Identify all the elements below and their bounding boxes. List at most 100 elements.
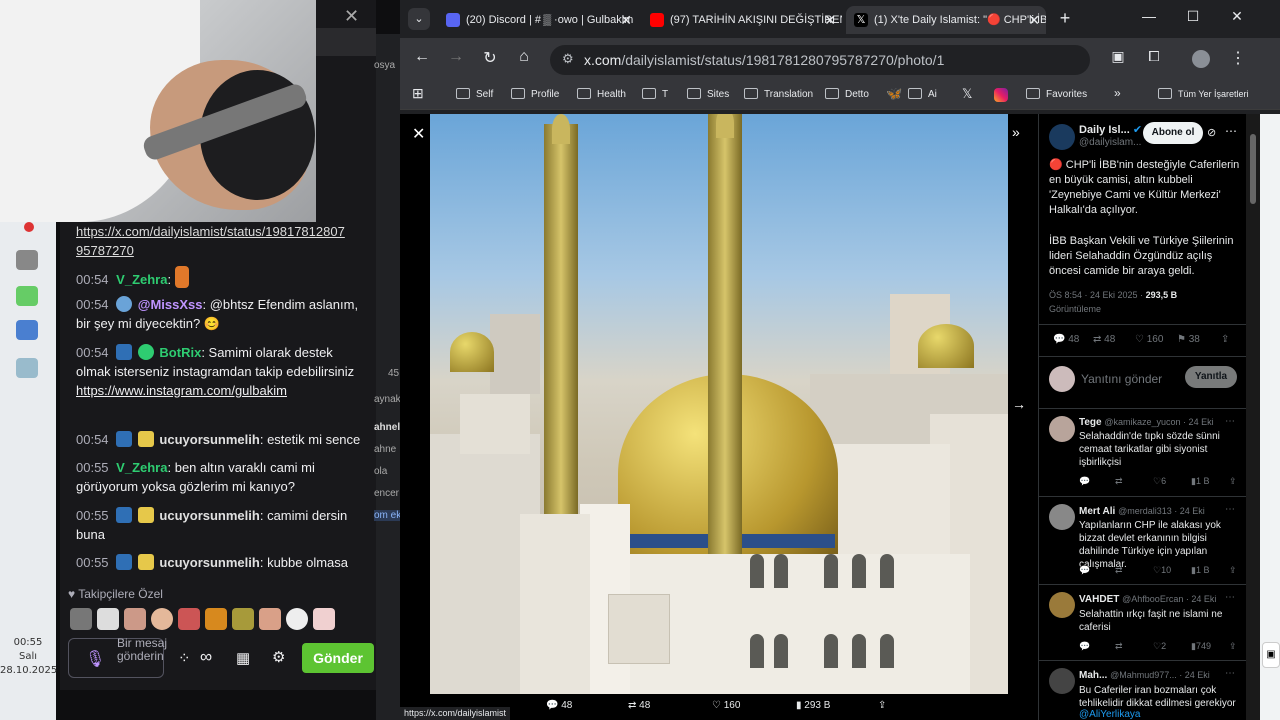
share-icon[interactable]: ⇪	[1221, 334, 1229, 345]
username[interactable]: ucuyorsunmelih	[159, 508, 259, 523]
chat-link[interactable]: https://www.instagram.com/gulbakim	[76, 381, 366, 400]
author-handle[interactable]: @dailyislam...	[1079, 137, 1141, 148]
emote-icon[interactable]	[205, 608, 227, 630]
site-info-icon[interactable]: ⚙	[562, 51, 574, 67]
app-icon[interactable]	[16, 250, 38, 270]
like-button[interactable]: ♡ 2	[1153, 641, 1166, 652]
reply-avatar[interactable]	[1049, 416, 1075, 442]
repost-icon[interactable]: ⇄	[1115, 476, 1123, 487]
record-icon[interactable]	[24, 222, 34, 232]
bookmark-folder[interactable]: Sites	[687, 88, 729, 100]
emote-icon[interactable]	[232, 608, 254, 630]
gear-icon[interactable]: ⚙	[272, 648, 285, 666]
emote-icon[interactable]	[70, 608, 92, 630]
bookmark-folder[interactable]: Health	[577, 88, 626, 100]
emote-icon[interactable]	[286, 608, 308, 630]
home-icon[interactable]: ⌂	[512, 48, 536, 66]
address-bar[interactable]: ⚙ x.com/dailyislamist/status/19817812807…	[550, 45, 1090, 75]
bookmark-folder[interactable]: Favorites	[1026, 88, 1087, 100]
puzzle-icon[interactable]: ⧠	[1142, 48, 1166, 65]
like-button[interactable]: ♡ 6	[1153, 476, 1166, 487]
tab-x-post[interactable]: 𝕏 (1) X'te Daily Islamist: "🔴 CHP'li İBB…	[846, 6, 1046, 34]
chat-input[interactable]: 🎙 Bir mesaj gönderin	[68, 637, 167, 678]
back-icon[interactable]: ←	[410, 48, 434, 66]
views-count[interactable]: ▮ 1 B	[1191, 565, 1209, 576]
instagram-icon[interactable]	[994, 88, 1008, 102]
username[interactable]: V_Zehra	[116, 460, 167, 475]
reply-button[interactable]: 💬 48	[546, 700, 572, 711]
microphone-icon[interactable]: 🎙	[85, 649, 105, 669]
share-icon[interactable]: ⇪	[1229, 476, 1237, 487]
next-photo-icon[interactable]: →	[1012, 396, 1026, 412]
tab-discord[interactable]: (20) Discord | # ▒ ·owo | Gulbakim ✕	[438, 6, 638, 34]
more-icon[interactable]: ⋯	[1225, 416, 1235, 427]
emote-icon[interactable]	[178, 608, 200, 630]
more-icon[interactable]: ⋯	[1225, 124, 1237, 138]
app-icon[interactable]	[16, 286, 38, 306]
reply-icon[interactable]: 💬	[1079, 565, 1090, 576]
emote-icon[interactable]	[313, 608, 335, 630]
bookmark-folder[interactable]: T	[642, 88, 668, 100]
like-count[interactable]: ♡ 160	[1135, 334, 1163, 345]
bookmark-folder[interactable]: Translation	[744, 88, 813, 100]
mention-link[interactable]: @AliYerlikaya	[1079, 709, 1140, 720]
emote-icon[interactable]	[124, 608, 146, 630]
reply-button[interactable]: Yanıtla	[1185, 366, 1237, 388]
repost-button[interactable]: ⇄ 48	[628, 700, 650, 711]
close-icon[interactable]: ✕	[1028, 6, 1040, 34]
reply-avatar[interactable]	[1049, 668, 1075, 694]
views-count[interactable]: ▮ 749	[1191, 641, 1211, 652]
username[interactable]: V_Zehra	[116, 272, 167, 287]
close-icon[interactable]: ✕	[412, 124, 425, 144]
bookmark-folder[interactable]: Detto	[825, 88, 869, 100]
share-icon[interactable]: ⇪	[1229, 565, 1237, 576]
new-tab-icon[interactable]: +	[1050, 8, 1080, 29]
emote-icon[interactable]	[259, 608, 281, 630]
close-icon[interactable]: ✕	[620, 6, 632, 34]
share-icon[interactable]: ⇪	[878, 700, 886, 711]
more-icon[interactable]: ⋯	[1225, 668, 1235, 679]
bookmark-folder[interactable]: Ai	[908, 88, 937, 100]
reply-icon[interactable]: 💬	[1079, 641, 1090, 652]
reply-avatar[interactable]	[1049, 504, 1075, 530]
subscribe-button[interactable]: Abone ol	[1143, 122, 1203, 144]
menu-icon[interactable]: ⋮	[1226, 48, 1250, 68]
side-panel-icon[interactable]: ▣	[1262, 642, 1280, 668]
reply-input[interactable]: Yanıtını gönder	[1081, 372, 1162, 386]
emote-icon[interactable]	[151, 608, 173, 630]
taskbar-clock[interactable]: 00:55 Salı 28.10.2025	[0, 636, 57, 678]
repost-count[interactable]: ⇄ 48	[1093, 334, 1115, 345]
more-icon[interactable]: ⋯	[1225, 592, 1235, 603]
username[interactable]: @MissXss	[138, 297, 203, 312]
close-icon[interactable]: ✕	[344, 6, 359, 27]
scrollbar-thumb[interactable]	[1250, 134, 1256, 204]
reply-avatar[interactable]	[1049, 592, 1075, 618]
app-icon[interactable]	[16, 320, 38, 340]
bits-icon[interactable]: ⁘	[178, 649, 191, 667]
send-button[interactable]: Gönder	[302, 643, 374, 673]
tab-youtube[interactable]: (97) TARİHİN AKIŞINI DEĞİŞTİREN BÜYÜ ✕	[642, 6, 842, 34]
tab-search-icon[interactable]: ⌄	[408, 8, 430, 30]
profile-avatar[interactable]	[1192, 50, 1210, 68]
repost-icon[interactable]: ⇄	[1115, 565, 1123, 576]
store-icon[interactable]: ▦	[236, 649, 250, 667]
extension-icon[interactable]: ▣	[1106, 48, 1130, 65]
repost-icon[interactable]: ⇄	[1115, 641, 1123, 652]
like-button[interactable]: ♡ 160	[712, 700, 740, 711]
bookmark-folder[interactable]: Profile	[511, 88, 559, 100]
like-button[interactable]: ♡ 10	[1153, 565, 1171, 576]
apps-grid-icon[interactable]: ⊞	[412, 85, 424, 102]
bookmark-count[interactable]: ⚑ 38	[1177, 334, 1200, 345]
views-count[interactable]: ▮ 1 B	[1191, 476, 1209, 487]
username[interactable]: ucuyorsunmelih	[159, 432, 259, 447]
infinity-icon[interactable]: ∞	[200, 647, 212, 667]
x-logo-icon[interactable]: 𝕏	[962, 86, 972, 102]
reload-icon[interactable]: ↻	[478, 48, 502, 68]
maximize-icon[interactable]: ☐	[1178, 8, 1208, 25]
emote-icon[interactable]	[97, 608, 119, 630]
window-close-icon[interactable]: ✕	[1222, 8, 1252, 25]
views-button[interactable]: ▮ 293 B	[796, 700, 830, 711]
grok-icon[interactable]: ⊘	[1207, 126, 1216, 139]
more-bookmarks-icon[interactable]: »	[1114, 86, 1121, 100]
bookmark-folder[interactable]: Self	[456, 88, 493, 100]
